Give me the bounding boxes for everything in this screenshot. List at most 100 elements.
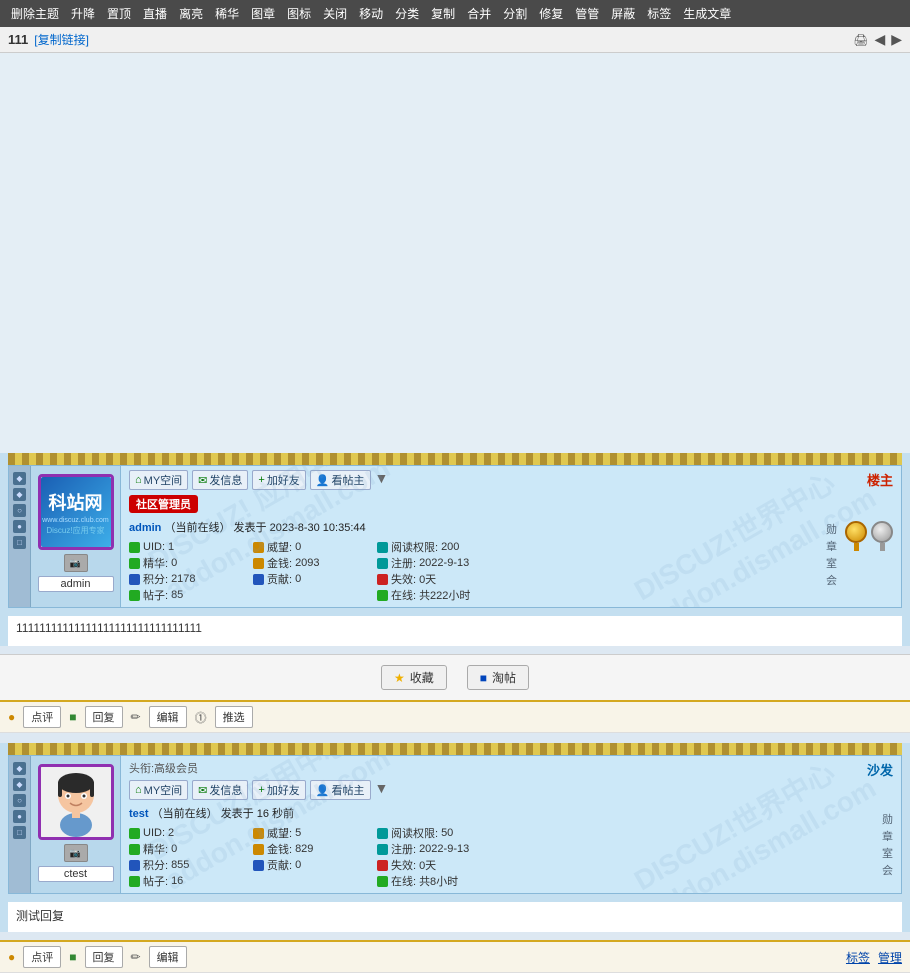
- post-time-2: 16 秒前: [257, 808, 294, 820]
- spacer-between-posts: [0, 733, 910, 743]
- recommend-btn-1[interactable]: 推选: [215, 706, 253, 728]
- collect-button[interactable]: ★ 收藏: [381, 665, 447, 690]
- reply-btn-2[interactable]: 回复: [85, 946, 123, 968]
- menu-item-move[interactable]: 移动: [354, 3, 388, 24]
- add-friend-btn-2[interactable]: + 加好友: [252, 780, 305, 800]
- strip-icon-1d: ●: [13, 520, 26, 533]
- author-name-2: test: [129, 808, 149, 820]
- add-friend-btn-1[interactable]: + 加好友: [252, 470, 305, 490]
- stat-gold-1: 金钱:2093: [253, 555, 373, 571]
- strip-icon-1a: ◆: [13, 472, 26, 485]
- menu-item-genwenzhan[interactable]: 生成文章: [678, 3, 736, 24]
- post-stats-2: UID:2 威望:5 阅读权限:50 精华:0: [129, 825, 893, 889]
- title-section-1: 社区管理员: [129, 495, 893, 516]
- menu-item-tag[interactable]: 标签: [642, 3, 676, 24]
- profile-icon-1: 👤: [316, 474, 330, 487]
- menu-item-repair[interactable]: 修复: [534, 3, 568, 24]
- strip-icon-2e: □: [13, 826, 26, 839]
- strip-icon-2d: ●: [13, 810, 26, 823]
- edit-btn-1[interactable]: 编辑: [149, 706, 187, 728]
- bottom-collect-bar: ★ 收藏 ■ 淘帖: [0, 654, 910, 700]
- reply-btn-1[interactable]: 回复: [85, 706, 123, 728]
- medals-section-1: 勋 章 室 会: [826, 521, 893, 588]
- thread-action-buttons: 🖨 ◀ ▶: [853, 31, 902, 48]
- stat-posts-2: 帖子:16: [129, 873, 249, 889]
- save-icon: ■: [480, 671, 487, 685]
- tape-2: [8, 743, 902, 755]
- stat-readperm-1: 阅读权限:200: [377, 539, 497, 555]
- menu-item-live[interactable]: 直播: [138, 3, 172, 24]
- medal-gold-1: [845, 521, 867, 551]
- avatar-frame-2: [38, 764, 114, 840]
- tape-1: [8, 453, 902, 465]
- medal-row-1: [845, 521, 893, 551]
- friend-icon-2: +: [258, 784, 264, 796]
- photo-icon-1[interactable]: 📷: [64, 554, 88, 572]
- menu-item-delete[interactable]: 删除主题: [6, 3, 64, 24]
- post-row-2: ◆ ◆ ○ ● □: [8, 755, 902, 894]
- role-badge-2: 沙发: [867, 760, 893, 779]
- post-meta-1: admin （当前在线） 发表于 2023-8-30 10:35:44: [129, 519, 893, 535]
- print-icon[interactable]: 🖨: [853, 33, 868, 47]
- menu-item-rank[interactable]: 升降: [66, 3, 100, 24]
- menu-item-stamp[interactable]: 图章: [246, 3, 280, 24]
- manage-link[interactable]: 管理: [878, 949, 902, 966]
- view-profile-btn-1[interactable]: 👤 看帖主: [310, 470, 371, 490]
- author-name-1: admin: [129, 522, 161, 534]
- menu-item-sticky[interactable]: 置顶: [102, 3, 136, 24]
- menu-item-classify[interactable]: 分类: [390, 3, 424, 24]
- stat-regdate-2: 注册:2022-9-13: [377, 841, 497, 857]
- recommend-icon-1: ⓵: [195, 709, 207, 726]
- send-msg-btn-2[interactable]: ✉ 发信息: [192, 780, 248, 800]
- copy-link-button[interactable]: [复制链接]: [34, 31, 89, 48]
- next-thread-button[interactable]: ▶: [891, 31, 902, 48]
- photo-icon-2[interactable]: 📷: [64, 844, 88, 862]
- post-time-1: 2023-8-30 10:35:44: [270, 522, 366, 534]
- menu-item-manage[interactable]: 管管: [570, 3, 604, 24]
- footer-action-bar-1: ● 点评 ■ 回复 ✏ 编辑 ⓵ 推选: [0, 700, 910, 733]
- menu-item-jinghua[interactable]: 稀华: [210, 3, 244, 24]
- user-badge-1: 社区管理员: [129, 495, 198, 513]
- stat-points-2: 积分:855: [129, 857, 249, 873]
- menu-item-close[interactable]: 关闭: [318, 3, 352, 24]
- dropdown-btn-2[interactable]: ▼: [375, 780, 389, 800]
- menu-item-icon[interactable]: 图标: [282, 3, 316, 24]
- edit-btn-2[interactable]: 编辑: [149, 946, 187, 968]
- post-row-1: ◆ ◆ ○ ● □ 科站网 www.discuz.club.com Discuz…: [8, 465, 902, 608]
- post-stats-1: UID:1 威望:0 阅读权限:200 精华:0: [129, 539, 893, 603]
- avatar-frame-1: 科站网 www.discuz.club.com Discuz!应用专家: [38, 474, 114, 550]
- stat-missed-2: 失效:0天: [377, 857, 497, 873]
- my-space-btn-1[interactable]: ⌂ MY空间: [129, 470, 188, 490]
- menu-item-split[interactable]: 分割: [498, 3, 532, 24]
- msg-icon-2: ✉: [198, 784, 207, 797]
- strip-icon-1c: ○: [13, 504, 26, 517]
- strip-icon-1b: ◆: [13, 488, 26, 501]
- medals-section-2: 勋 章 室 会: [882, 811, 893, 878]
- dropdown-btn-1[interactable]: ▼: [375, 470, 389, 490]
- stat-gold-2: 金钱:829: [253, 841, 373, 857]
- send-msg-btn-1[interactable]: ✉ 发信息: [192, 470, 248, 490]
- online-status-2: 当前在线: [163, 808, 207, 820]
- save-post-button[interactable]: ■ 淘帖: [467, 665, 529, 690]
- post-block-1: ◆ ◆ ○ ● □ 科站网 www.discuz.club.com Discuz…: [0, 453, 910, 646]
- friend-icon-1: +: [258, 474, 264, 486]
- thread-number: 111: [8, 32, 28, 47]
- reply-dot-2: ■: [69, 950, 76, 964]
- comment-btn-2[interactable]: 点评: [23, 946, 61, 968]
- tag-link[interactable]: 标签: [846, 949, 870, 966]
- comment-btn-1[interactable]: 点评: [23, 706, 61, 728]
- reply-dot-1: ■: [69, 710, 76, 724]
- post-meta-2: test （当前在线） 发表于 16 秒前: [129, 805, 893, 821]
- user-actions-1: ⌂ MY空间 ✉ 发信息 + 加好友 👤 看帖主 ▼: [129, 470, 893, 490]
- view-profile-btn-2[interactable]: 👤 看帖主: [310, 780, 371, 800]
- my-space-btn-2[interactable]: ⌂ MY空间: [129, 780, 188, 800]
- post-content-right-1: DISCUZ! 应用中心addon.dismall.com DISCUZ!世界中…: [121, 466, 901, 607]
- post-content-right-2: DISCUZ!应用中心addon.dismall.com DISCUZ!世界中心…: [121, 756, 901, 893]
- menu-item-merge[interactable]: 合并: [462, 3, 496, 24]
- strip-icon-1e: □: [13, 536, 26, 549]
- menu-item-copy[interactable]: 复制: [426, 3, 460, 24]
- menu-item-highlight[interactable]: 离亮: [174, 3, 208, 24]
- prev-thread-button[interactable]: ◀: [874, 31, 885, 48]
- profile-icon-2: 👤: [316, 784, 330, 797]
- menu-item-shield[interactable]: 屏蔽: [606, 3, 640, 24]
